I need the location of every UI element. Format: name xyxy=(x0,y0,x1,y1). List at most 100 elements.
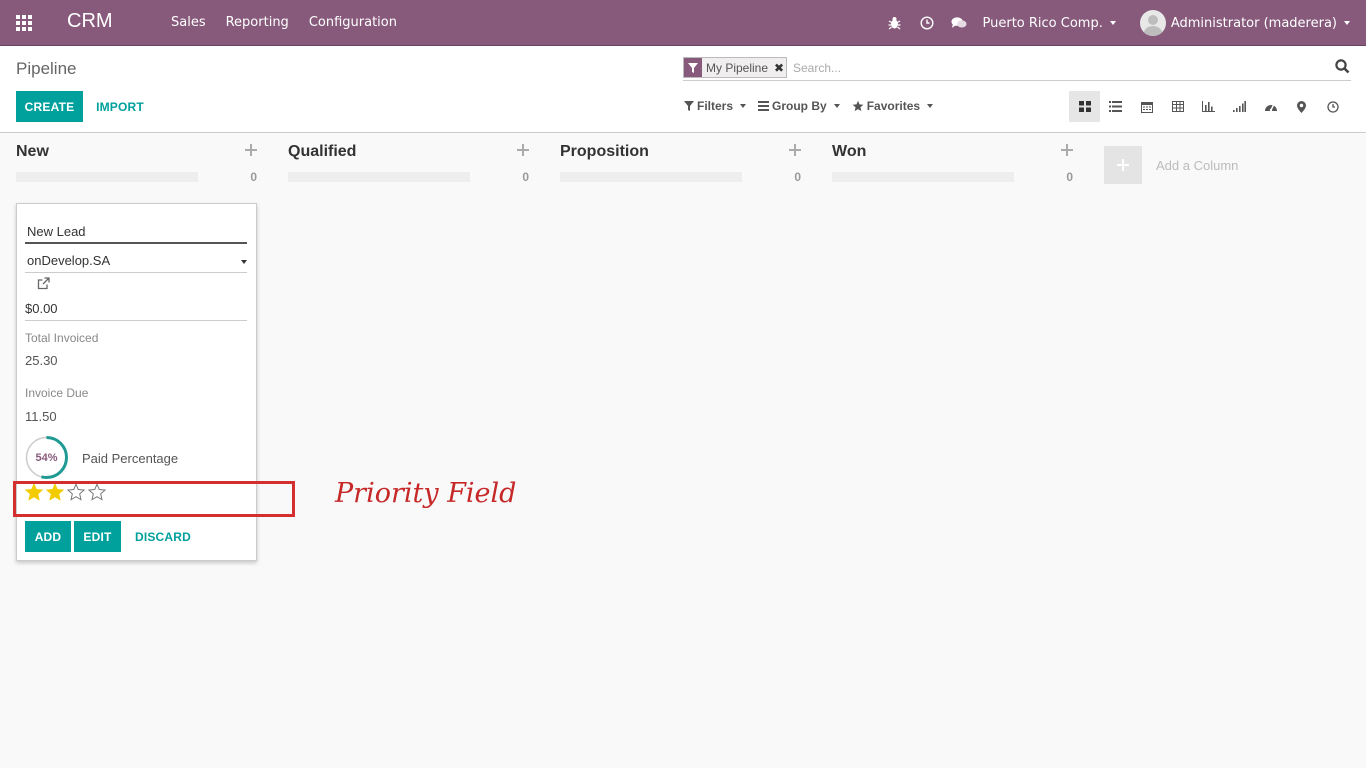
plus-icon xyxy=(1104,146,1142,184)
calendar-view-button[interactable] xyxy=(1131,91,1162,122)
menu-item-configuration[interactable]: Configuration xyxy=(309,15,397,30)
invoice-due-value: 11.50 xyxy=(25,409,57,424)
annotation-highlight-box xyxy=(13,481,295,517)
avatar xyxy=(1139,10,1166,36)
list-icon xyxy=(1109,101,1122,112)
caret-down-icon xyxy=(833,104,840,108)
menu-item-reporting[interactable]: Reporting xyxy=(226,15,289,30)
paid-percentage-label: Paid Percentage xyxy=(82,451,179,466)
import-button[interactable]: IMPORT xyxy=(88,91,152,122)
apps-menu-icon[interactable] xyxy=(16,15,34,31)
column-title[interactable]: Proposition xyxy=(560,143,649,161)
caret-down-icon xyxy=(740,104,747,108)
search-facet: My Pipeline ✖ xyxy=(683,57,788,78)
column-progressbar xyxy=(832,172,1014,182)
calendar-icon xyxy=(1140,101,1153,113)
pivot-view-button[interactable] xyxy=(1162,91,1193,122)
menu-item-sales[interactable]: Sales xyxy=(171,15,206,30)
favorites-dropdown[interactable]: Favorites xyxy=(852,99,934,113)
filters-label: Filters xyxy=(697,99,734,113)
caret-down-icon xyxy=(927,104,934,108)
total-invoiced-value: 25.30 xyxy=(25,353,58,368)
customer-field[interactable] xyxy=(25,249,247,273)
column-count: 0 xyxy=(1066,170,1073,184)
groupby-label: Group By xyxy=(772,99,827,113)
map-view-button[interactable] xyxy=(1286,91,1317,122)
filter-icon xyxy=(684,101,694,111)
kanban-column: Proposition 0 xyxy=(560,133,801,193)
signal-icon xyxy=(1233,101,1246,112)
add-button[interactable]: ADD xyxy=(25,521,71,552)
add-column-button[interactable]: Add a Column xyxy=(1104,146,1238,184)
plus-icon[interactable] xyxy=(1061,144,1073,156)
column-count: 0 xyxy=(794,170,801,184)
user-menu[interactable]: Administrator (maderera) xyxy=(1139,10,1350,36)
cohort-view-button[interactable] xyxy=(1224,91,1255,122)
activity-view-button[interactable] xyxy=(1317,91,1348,122)
top-navbar: CRM Sales Reporting Configuration Puerto… xyxy=(0,0,1366,46)
bars-icon xyxy=(758,101,770,111)
caret-down-icon xyxy=(1344,21,1350,25)
chat-icon[interactable] xyxy=(950,15,967,31)
tachometer-icon xyxy=(1264,104,1277,112)
kanban-board: New 0 Qualified 0 Proposition 0 Won 0 Ad… xyxy=(0,133,1366,768)
plus-icon[interactable] xyxy=(517,144,529,156)
company-name: Puerto Rico Comp. xyxy=(982,15,1103,31)
search-icon[interactable] xyxy=(1335,59,1351,75)
total-invoiced-label: Total Invoiced xyxy=(25,331,99,345)
column-progressbar xyxy=(560,172,742,182)
filters-dropdown[interactable]: Filters xyxy=(684,99,747,113)
annotation-label: Priority Field xyxy=(335,478,517,509)
app-brand[interactable]: CRM xyxy=(67,10,113,33)
control-panel: Pipeline CREATE IMPORT My Pipeline ✖ Fil… xyxy=(0,46,1366,133)
expected-revenue-field[interactable] xyxy=(25,297,247,321)
invoice-due-label: Invoice Due xyxy=(25,386,89,400)
discard-button[interactable]: DISCARD xyxy=(128,521,198,552)
dashboard-view-button[interactable] xyxy=(1255,91,1286,122)
kanban-column: Qualified 0 xyxy=(288,133,529,193)
bug-icon[interactable] xyxy=(887,15,903,31)
view-switcher xyxy=(1069,91,1348,122)
column-title[interactable]: New xyxy=(16,143,49,161)
facet-value: My Pipeline xyxy=(706,60,769,75)
caret-down-icon[interactable] xyxy=(241,260,247,264)
create-button[interactable]: CREATE xyxy=(16,91,83,122)
user-name: Administrator (maderera) xyxy=(1170,15,1337,31)
clock-icon[interactable] xyxy=(919,15,935,31)
column-progressbar xyxy=(288,172,470,182)
external-link-icon[interactable] xyxy=(37,277,51,291)
add-column-label: Add a Column xyxy=(1156,157,1239,173)
groupby-dropdown[interactable]: Group By xyxy=(758,99,840,113)
plus-icon[interactable] xyxy=(789,144,801,156)
kanban-column: Won 0 xyxy=(832,133,1073,193)
column-progressbar xyxy=(16,172,198,182)
page-title: Pipeline xyxy=(16,59,77,78)
close-icon[interactable]: ✖ xyxy=(772,58,786,77)
kanban-column: New 0 xyxy=(16,133,257,193)
paid-percentage-value: 54% xyxy=(35,452,58,464)
caret-down-icon xyxy=(1109,21,1116,25)
bar-chart-icon xyxy=(1202,101,1215,112)
filter-icon xyxy=(684,58,702,77)
column-title[interactable]: Qualified xyxy=(288,143,356,161)
search-input[interactable] xyxy=(793,58,1323,78)
search-bar: My Pipeline ✖ xyxy=(683,56,1351,81)
edit-button[interactable]: EDIT xyxy=(74,521,121,552)
plus-icon[interactable] xyxy=(245,144,257,156)
column-count: 0 xyxy=(250,170,257,184)
navbar-systray: Puerto Rico Comp. Administrator (maderer… xyxy=(887,0,1366,46)
main-menu: Sales Reporting Configuration xyxy=(171,15,397,30)
kanban-view-button[interactable] xyxy=(1069,91,1100,122)
search-options: Filters Group By Favorites xyxy=(684,99,934,113)
column-count: 0 xyxy=(522,170,529,184)
star-icon xyxy=(852,100,864,112)
graph-view-button[interactable] xyxy=(1193,91,1224,122)
column-title[interactable]: Won xyxy=(832,143,866,161)
kanban-icon xyxy=(1078,101,1091,112)
opportunity-name-field[interactable] xyxy=(25,220,247,244)
company-switcher[interactable]: Puerto Rico Comp. xyxy=(983,16,1116,31)
card-buttons: ADD EDIT DISCARD xyxy=(25,521,198,552)
favorites-label: Favorites xyxy=(866,99,921,113)
list-view-button[interactable] xyxy=(1100,91,1131,122)
map-marker-icon xyxy=(1297,100,1306,113)
